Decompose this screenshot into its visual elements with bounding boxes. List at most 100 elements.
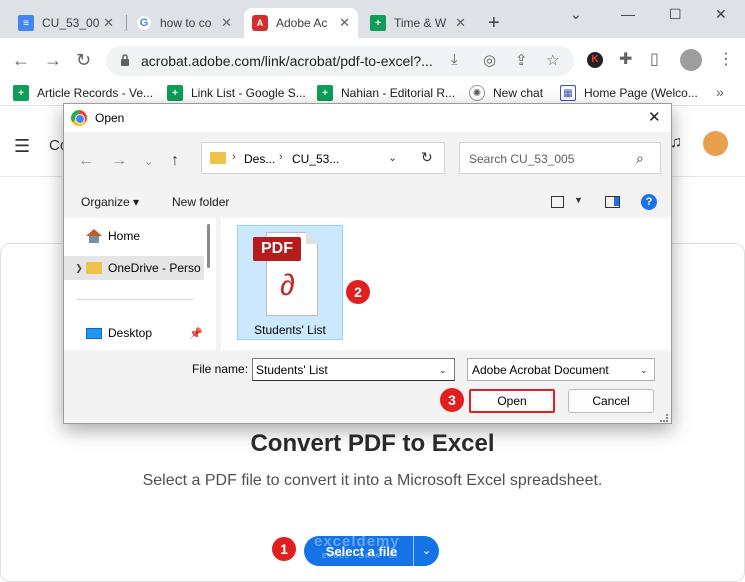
nav-item-onedrive[interactable]: ❯ OneDrive - Perso bbox=[64, 256, 204, 280]
search-icon: ⌕ bbox=[636, 150, 644, 166]
command-bar: Organize ▾ New folder ▼ ? bbox=[64, 190, 671, 216]
forward-arrow-icon[interactable]: → bbox=[111, 152, 127, 170]
file-name-value: Students' List bbox=[256, 363, 328, 377]
dialog-close-icon[interactable]: ✕ bbox=[648, 108, 661, 126]
bookmarks-overflow-icon[interactable]: » bbox=[716, 84, 724, 100]
navigation-pane: Home ❯ OneDrive - Perso Desktop 📌 bbox=[64, 218, 216, 350]
chrome-icon bbox=[71, 110, 87, 126]
breadcrumb-item[interactable]: Des... bbox=[244, 152, 275, 166]
onedrive-folder-icon bbox=[86, 262, 102, 274]
lock-icon bbox=[121, 54, 129, 66]
close-icon[interactable]: ✕ bbox=[339, 15, 350, 31]
breadcrumb-separator-icon: › bbox=[232, 151, 236, 163]
maximize-icon[interactable]: ☐ bbox=[669, 6, 682, 23]
nav-item-desktop[interactable]: Desktop 📌 bbox=[64, 321, 204, 345]
bookmark-label: Home Page (Welco... bbox=[584, 86, 698, 100]
minimize-icon[interactable]: — bbox=[621, 6, 635, 22]
file-name-label: File name: bbox=[192, 362, 249, 376]
folder-icon bbox=[210, 152, 226, 164]
help-icon[interactable]: ? bbox=[641, 194, 657, 210]
chevron-down-icon[interactable]: ▼ bbox=[574, 195, 583, 205]
tab-title: how to co bbox=[160, 16, 212, 30]
chevron-down-icon[interactable]: ⌄ bbox=[413, 536, 439, 566]
breadcrumb-separator-icon: › bbox=[279, 151, 283, 163]
pin-icon[interactable]: 📌 bbox=[189, 327, 203, 340]
bookmark-item[interactable]: ▦ Home Page (Welco... bbox=[560, 85, 698, 101]
bookmark-item[interactable]: + Nahian - Editorial R... bbox=[317, 85, 455, 101]
url-text[interactable]: acrobat.adobe.com/link/acrobat/pdf-to-ex… bbox=[141, 53, 433, 69]
resize-grip[interactable] bbox=[660, 414, 668, 422]
divider bbox=[76, 299, 194, 300]
file-type-value: Adobe Acrobat Document bbox=[472, 363, 609, 377]
more-menu-icon[interactable]: ⋮ bbox=[718, 49, 734, 69]
chevron-down-icon[interactable]: ⌄ bbox=[570, 6, 582, 23]
open-button[interactable]: Open bbox=[469, 389, 555, 413]
reload-icon[interactable]: ↻ bbox=[76, 49, 91, 71]
profile-avatar[interactable] bbox=[680, 49, 702, 71]
preview-pane-icon[interactable] bbox=[605, 196, 620, 208]
user-avatar[interactable] bbox=[703, 131, 728, 156]
window-close-icon[interactable]: ✕ bbox=[715, 6, 727, 23]
home-icon bbox=[86, 229, 102, 243]
organize-button[interactable]: Organize ▾ bbox=[81, 195, 139, 209]
tab-title: Time & W bbox=[394, 16, 447, 30]
dialog-search-input[interactable]: Search CU_53_005 ⌕ bbox=[459, 142, 661, 174]
search-placeholder: Search CU_53_005 bbox=[469, 152, 575, 166]
recent-locations-chevron-icon[interactable]: ⌄ bbox=[144, 155, 153, 168]
bookmark-star-icon[interactable]: ☆ bbox=[546, 51, 559, 69]
chevron-down-icon[interactable]: ⌄ bbox=[388, 151, 397, 164]
close-icon[interactable]: ✕ bbox=[455, 15, 466, 31]
file-name-input[interactable]: Students' List ⌄ bbox=[252, 358, 455, 381]
dialog-title: Open bbox=[95, 111, 125, 125]
view-options-icon[interactable] bbox=[551, 196, 564, 208]
google-sheets-icon: + bbox=[13, 85, 29, 101]
back-arrow-icon[interactable]: ← bbox=[12, 49, 30, 71]
file-name-label: Students' List bbox=[254, 323, 326, 337]
up-arrow-icon[interactable]: ↑ bbox=[171, 152, 179, 170]
tab-separator bbox=[126, 15, 127, 31]
refresh-icon[interactable]: ↻ bbox=[421, 149, 433, 166]
expand-chevron-icon[interactable]: ❯ bbox=[72, 263, 86, 274]
chevron-down-icon[interactable]: ⌄ bbox=[439, 365, 447, 376]
chatgpt-icon: ✺ bbox=[469, 85, 485, 101]
forward-arrow-icon[interactable]: → bbox=[44, 49, 62, 71]
bookmark-item[interactable]: + Article Records - Ve... bbox=[13, 85, 153, 101]
tab-docs[interactable]: ≡ CU_53_00 ✕ bbox=[10, 8, 122, 38]
nav-item-home[interactable]: Home bbox=[64, 224, 204, 248]
dialog-address-bar[interactable]: › Des... › CU_53... ⌄ ↻ bbox=[201, 142, 445, 174]
cancel-button[interactable]: Cancel bbox=[568, 389, 654, 413]
grid-icon: ▦ bbox=[560, 85, 576, 101]
bookmark-item[interactable]: + Link List - Google S... bbox=[167, 85, 306, 101]
share-icon[interactable]: ⇪ bbox=[515, 51, 528, 69]
scrollbar[interactable] bbox=[207, 224, 210, 268]
bookmark-item[interactable]: ✺ New chat bbox=[469, 85, 543, 101]
eye-off-icon[interactable]: ◎ bbox=[483, 51, 496, 69]
breadcrumb-item[interactable]: CU_53... bbox=[292, 152, 339, 166]
desktop-icon bbox=[86, 327, 102, 339]
new-folder-button[interactable]: New folder bbox=[172, 195, 229, 209]
google-icon: G bbox=[136, 15, 152, 31]
file-item-students-list[interactable]: PDF ∂ Students' List bbox=[237, 225, 343, 340]
step-marker-3: 3 bbox=[440, 388, 464, 412]
new-tab-button[interactable]: + bbox=[488, 13, 500, 33]
open-file-dialog: Open ✕ ← → ⌄ ↑ › Des... › CU_53... ⌄ ↻ S… bbox=[63, 103, 672, 424]
extension-k-icon[interactable]: K bbox=[587, 52, 603, 68]
nav-item-label: Desktop bbox=[108, 326, 153, 340]
tab-google[interactable]: G how to co ✕ bbox=[128, 8, 240, 38]
hamburger-menu-icon[interactable]: ☰ bbox=[14, 136, 30, 157]
pdf-file-icon: PDF ∂ bbox=[253, 232, 318, 316]
extensions-puzzle-icon[interactable]: ✚ bbox=[619, 49, 632, 69]
back-arrow-icon[interactable]: ← bbox=[78, 152, 94, 170]
bookmark-label: Article Records - Ve... bbox=[37, 86, 154, 100]
close-icon[interactable]: ✕ bbox=[221, 15, 232, 31]
page-title: Convert PDF to Excel bbox=[250, 430, 495, 457]
bookmark-label: New chat bbox=[493, 86, 544, 100]
install-icon[interactable]: ⤓ bbox=[451, 51, 458, 68]
tab-title: Adobe Ac bbox=[276, 16, 328, 30]
organize-label: Organize bbox=[81, 195, 130, 209]
file-type-select[interactable]: Adobe Acrobat Document ⌄ bbox=[467, 358, 655, 381]
close-icon[interactable]: ✕ bbox=[103, 15, 114, 31]
tab-adobe-acrobat[interactable]: A Adobe Ac ✕ bbox=[244, 8, 358, 38]
tab-sheets[interactable]: + Time & W ✕ bbox=[362, 8, 474, 38]
side-panel-icon[interactable]: ▯ bbox=[650, 49, 659, 69]
